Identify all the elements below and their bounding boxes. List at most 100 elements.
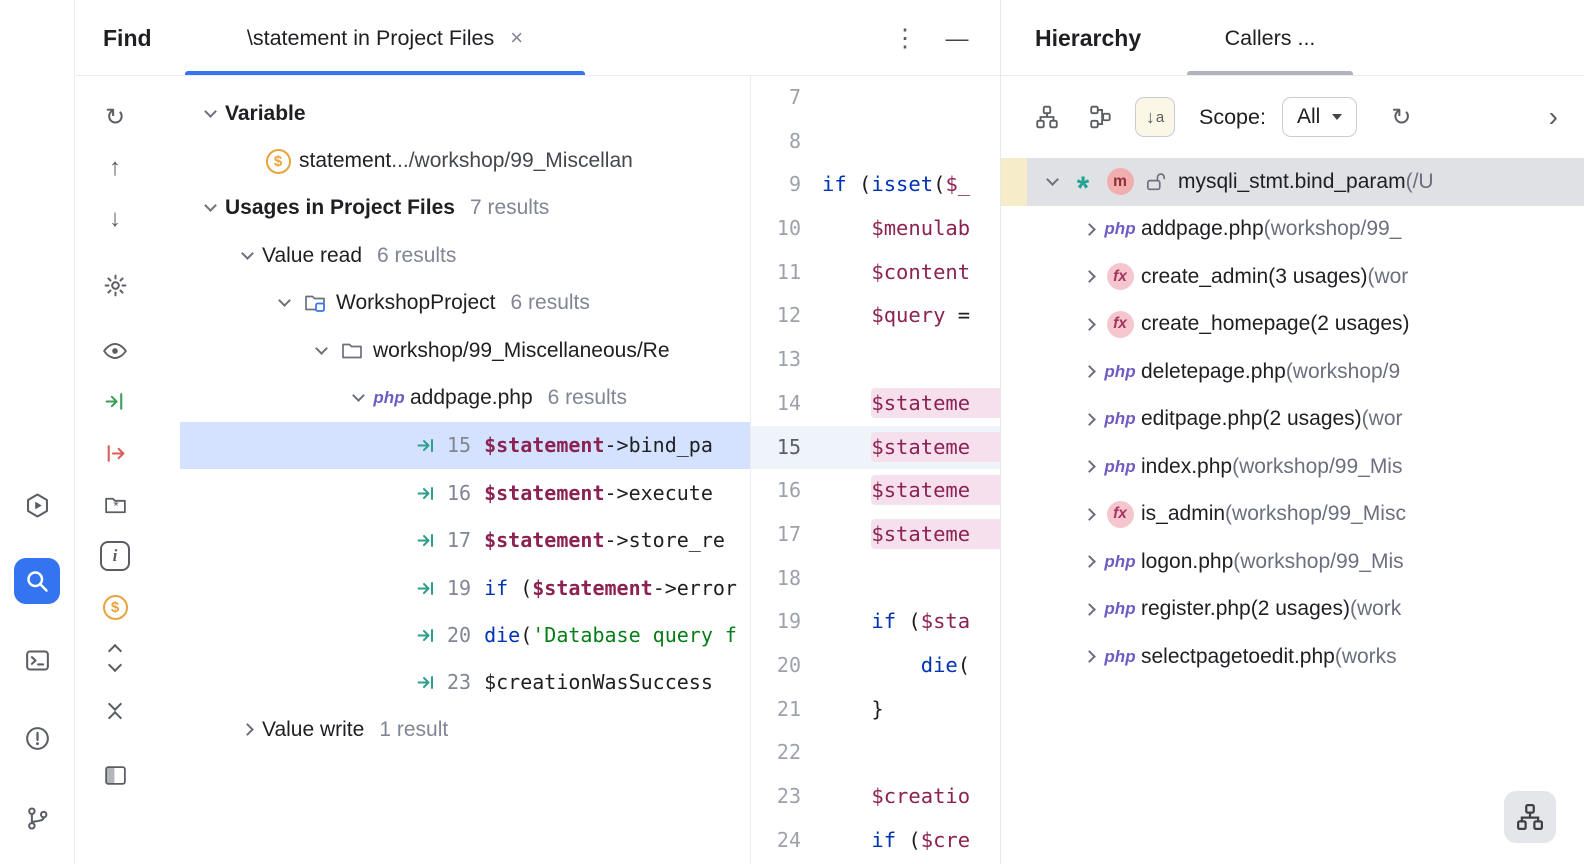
- code-line: $stateme: [816, 513, 1000, 557]
- caller-addpage[interactable]: phpaddpage.php (workshop/99_: [1001, 206, 1584, 254]
- chevron-right-icon[interactable]: [1074, 253, 1104, 301]
- chevron-down-icon[interactable]: [343, 374, 373, 421]
- caller-index[interactable]: phpindex.php (workshop/99_Mis: [1001, 443, 1584, 491]
- gutter-line: 14: [751, 382, 816, 426]
- filter-variables-icon[interactable]: $: [93, 585, 137, 629]
- scope-select[interactable]: All: [1282, 97, 1357, 137]
- php-file-icon: php: [1104, 409, 1136, 429]
- caller-editpage[interactable]: phpeditpage.php(2 usages) (wor: [1001, 396, 1584, 444]
- find-toolbar: ↻ ↑ ↓ * i $: [93, 76, 137, 864]
- usage-snippet: $statement->store_re: [484, 528, 725, 552]
- hierarchy-view-icon: [1515, 802, 1545, 832]
- code-segment: [822, 216, 871, 240]
- callee-hierarchy-icon[interactable]: [1081, 97, 1121, 137]
- code-segment: [822, 303, 871, 327]
- problems-icon[interactable]: [14, 715, 60, 761]
- usage-snippet: die('Database query f: [484, 623, 737, 647]
- expand-all-icon[interactable]: [93, 636, 137, 680]
- code-line: [816, 557, 1000, 601]
- tab-find-query[interactable]: \statement in Project Files ×: [185, 0, 585, 76]
- usage-snippet: if ($statement->error: [484, 576, 737, 600]
- line-number: 19: [447, 576, 471, 600]
- preview-icon[interactable]: [93, 329, 137, 373]
- gutter-line: 19: [751, 600, 816, 644]
- collapse-all-icon[interactable]: [93, 689, 137, 733]
- read-access-icon: [410, 672, 442, 692]
- read-access-icon: [410, 530, 442, 550]
- code-segment: (: [520, 576, 532, 600]
- tree-label: workshop/99_Miscellaneous/Re: [373, 339, 670, 363]
- code-segment: (: [859, 172, 871, 196]
- chevron-right-icon[interactable]: [1074, 538, 1104, 586]
- chevron-down-icon[interactable]: [306, 327, 336, 374]
- chevron-right-icon[interactable]: [1074, 633, 1104, 681]
- hierarchy-toolbar-icons: ↓a: [1027, 97, 1175, 137]
- previous-occurrence-icon[interactable]: ↑: [93, 146, 137, 190]
- group-by-directory-icon[interactable]: *: [93, 483, 137, 527]
- open-in-editor-icon[interactable]: [93, 379, 137, 423]
- chevron-right-icon[interactable]: [1074, 443, 1104, 491]
- caller-is-admin[interactable]: fxis_admin (workshop/99_Misc: [1001, 491, 1584, 539]
- hierarchy-root-method[interactable]: *mmysqli_stmt.bind_param (/U: [1001, 158, 1584, 206]
- node-path: (/U: [1406, 170, 1434, 194]
- chevron-down-icon[interactable]: [1037, 158, 1067, 206]
- chevron-right-icon[interactable]: [1074, 206, 1104, 254]
- gutter-line: 24: [751, 819, 816, 863]
- node-path: (workshop/99_: [1264, 217, 1402, 241]
- chevron-right-icon[interactable]: [232, 706, 262, 753]
- chevron-down-icon[interactable]: [195, 185, 225, 232]
- caller-create-admin[interactable]: fxcreate_admin(3 usages) (wor: [1001, 253, 1584, 301]
- line-number: 20: [447, 623, 471, 647]
- caller-create-homepage[interactable]: fxcreate_homepage(2 usages): [1001, 301, 1584, 349]
- chevron-right-icon[interactable]: [1074, 396, 1104, 444]
- show-info-icon[interactable]: i: [93, 534, 137, 578]
- refresh-icon[interactable]: ↻: [1381, 97, 1421, 137]
- code-segment: (: [520, 623, 532, 647]
- node-label: editpage.php: [1141, 407, 1262, 431]
- gutter-line: 12: [751, 294, 816, 338]
- tab-callers[interactable]: Callers ...: [1187, 0, 1353, 76]
- code-segment: (: [958, 653, 970, 677]
- chevron-down-icon[interactable]: [232, 232, 262, 279]
- variable-icon: $: [262, 149, 294, 174]
- services-icon[interactable]: [14, 482, 60, 528]
- node-path: (wor: [1362, 407, 1403, 431]
- more-options-icon[interactable]: ⋮: [887, 0, 923, 76]
- caller-deletepage[interactable]: phpdeletepage.php (workshop/9: [1001, 348, 1584, 396]
- minimize-icon[interactable]: —: [939, 0, 975, 76]
- caller-logon[interactable]: phplogon.php (workshop/99_Mis: [1001, 538, 1584, 586]
- editor-preview[interactable]: 789101112131415161718192021222324 if (is…: [750, 76, 1000, 864]
- hierarchy-floating-button[interactable]: [1504, 791, 1556, 843]
- close-icon[interactable]: ×: [510, 25, 523, 51]
- settings-icon[interactable]: [93, 263, 137, 307]
- expand-toolbar-icon[interactable]: ›: [1549, 101, 1558, 133]
- next-occurrence-icon[interactable]: ↓: [93, 197, 137, 241]
- php-file-icon: php: [373, 388, 405, 408]
- version-control-icon[interactable]: [14, 795, 60, 841]
- preview-layout-icon[interactable]: [93, 753, 137, 797]
- caller-hierarchy-icon[interactable]: [1027, 97, 1067, 137]
- chevron-down-icon[interactable]: [195, 90, 225, 137]
- node-path: (work: [1350, 597, 1401, 621]
- chevron-right-icon[interactable]: [1074, 348, 1104, 396]
- rerun-search-icon[interactable]: ↻: [93, 95, 137, 139]
- sort-alphabetically-icon[interactable]: ↓a: [1135, 97, 1175, 137]
- code-segment: if: [871, 609, 908, 633]
- code-segment: [822, 653, 921, 677]
- code-segment: $creatio: [871, 784, 970, 808]
- caller-selectpagetoedit[interactable]: phpselectpagetoedit.php (works: [1001, 633, 1584, 681]
- editor-code: if (isset($_ $menulab $content $query = …: [816, 76, 1000, 862]
- terminal-icon[interactable]: [14, 637, 60, 683]
- result-count: 6 results: [548, 386, 627, 410]
- chevron-right-icon[interactable]: [1074, 491, 1104, 539]
- chevron-right-icon[interactable]: [1074, 586, 1104, 634]
- pin-tab-icon[interactable]: [93, 431, 137, 475]
- chevron-right-icon[interactable]: [1074, 301, 1104, 349]
- scope-value: All: [1297, 105, 1320, 129]
- node-label: create_homepage: [1141, 312, 1310, 336]
- search-icon[interactable]: [14, 558, 60, 604]
- chevron-down-icon[interactable]: [269, 280, 299, 327]
- code-segment: =: [945, 303, 970, 327]
- caller-register[interactable]: phpregister.php(2 usages) (work: [1001, 586, 1584, 634]
- gutter-line: 22: [751, 731, 816, 775]
